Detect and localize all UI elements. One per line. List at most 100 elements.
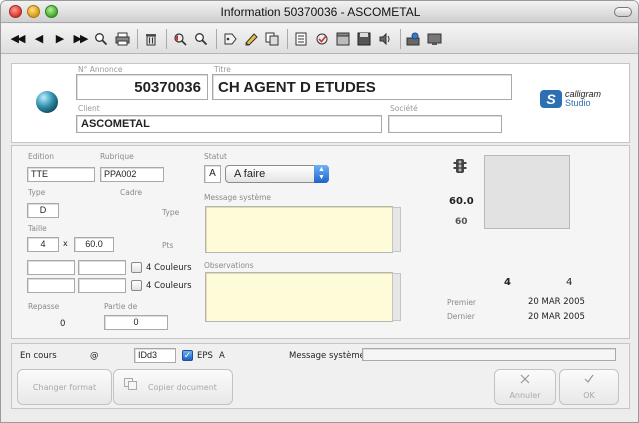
premier-value: 20 MAR 2005 [528, 297, 585, 307]
checkmark-icon [583, 373, 595, 387]
statut-select[interactable]: A faire ▲ ▼ [225, 165, 329, 183]
toolbar-toggle-button[interactable] [614, 7, 632, 17]
close-icon [519, 373, 531, 387]
partie-label: Partie de [104, 302, 138, 311]
user-icon[interactable] [406, 30, 422, 48]
calligram-logo: S calligram Studio [540, 88, 610, 110]
id-field[interactable]: IDd3 [134, 348, 176, 363]
logo-subtitle: Studio [565, 98, 591, 108]
size-value-secondary: 60 [455, 217, 468, 227]
message-systeme-label: Message système [204, 193, 271, 202]
info-window: Information 50370036 - ASCOMETAL ◀◀ ◀ ▶ … [0, 0, 639, 423]
document-icon[interactable] [293, 30, 309, 48]
couleurs-label-1: 4 Couleurs [146, 263, 192, 273]
tag-icon[interactable] [222, 30, 238, 48]
toolbar-separator [400, 28, 401, 49]
count-right: 4 [566, 277, 573, 288]
societe-label: Société [390, 104, 418, 113]
annuler-button[interactable]: Annuler [494, 369, 556, 405]
annonce-number-field[interactable]: 50370036 [76, 74, 208, 100]
status-indicator-icon [36, 91, 58, 113]
previous-record-icon[interactable]: ◀ [30, 30, 46, 48]
eps-checkbox[interactable]: ✓ [182, 350, 193, 361]
monitor-icon[interactable] [427, 30, 443, 48]
taille-height-field[interactable]: 60.0 [74, 237, 114, 252]
toolbar-separator [137, 28, 138, 49]
couleurs-label-2: 4 Couleurs [146, 281, 192, 291]
sound-icon[interactable] [377, 30, 393, 48]
repasse-value: 0 [60, 319, 66, 329]
couleurs-checkbox-2[interactable] [131, 280, 142, 291]
edition-field[interactable]: TTE [27, 167, 95, 182]
client-field[interactable]: ASCOMETAL [76, 115, 382, 133]
observations-scrollbar[interactable] [392, 273, 401, 321]
eps-label: EPS [197, 351, 213, 361]
premier-label: Premier [447, 298, 477, 307]
annuler-label: Annuler [509, 391, 541, 400]
print-icon[interactable] [114, 30, 130, 48]
find-icon[interactable] [172, 30, 188, 48]
color-field-2a[interactable] [27, 278, 75, 293]
en-cours-label: En cours [20, 351, 57, 361]
traffic-light-icon [453, 158, 467, 177]
client-label: Client [78, 104, 100, 113]
window-title: Information 50370036 - ASCOMETAL [220, 5, 421, 19]
rubrique-field[interactable]: PPA002 [100, 167, 164, 182]
approve-icon[interactable] [314, 30, 330, 48]
changer-format-button[interactable]: Changer format [17, 369, 112, 405]
title-bar[interactable]: Information 50370036 - ASCOMETAL [1, 1, 638, 23]
calligram-logo-icon: S [540, 90, 562, 108]
statut-code-field[interactable]: A [204, 165, 221, 183]
last-record-icon[interactable]: ▶▶ [72, 30, 89, 48]
type-label: Type [28, 188, 46, 197]
taille-label: Taille [28, 224, 47, 233]
duplicate-icon[interactable] [264, 30, 280, 48]
copy-icon [124, 378, 138, 392]
status-message-label: Message système [289, 351, 365, 361]
color-field-1b[interactable] [78, 260, 126, 275]
dernier-label: Dernier [447, 312, 475, 321]
zoom-icon[interactable] [193, 30, 209, 48]
statut-select-value: A faire [234, 168, 266, 180]
copier-document-label: Copier document [148, 383, 217, 392]
details-panel: Edition TTE Rubrique PPA002 Statut A A f… [11, 145, 630, 339]
copier-document-button[interactable]: Copier document [113, 369, 233, 405]
observations-textarea[interactable] [205, 272, 401, 322]
toolbar-separator [216, 28, 217, 49]
status-message-field[interactable] [362, 348, 616, 361]
search-icon[interactable] [93, 30, 109, 48]
layout-preview [484, 155, 570, 229]
type-field[interactable]: D [27, 203, 59, 218]
message-systeme-textarea[interactable] [205, 206, 401, 253]
message-scrollbar[interactable] [392, 207, 401, 252]
couleurs-checkbox-1[interactable] [131, 262, 142, 273]
dernier-value: 20 MAR 2005 [528, 312, 585, 322]
taille-width-field[interactable]: 4 [27, 237, 59, 252]
changer-format-label: Changer format [32, 383, 97, 392]
toolbar-separator [287, 28, 288, 49]
next-record-icon[interactable]: ▶ [51, 30, 67, 48]
annonce-header-panel: N° Annonce 50370036 Titre CH AGENT D ETU… [11, 63, 630, 143]
titre-field[interactable]: CH AGENT D ETUDES [212, 74, 512, 100]
edit-icon[interactable] [243, 30, 259, 48]
toolbar-separator [166, 28, 167, 49]
first-record-icon[interactable]: ◀◀ [9, 30, 26, 48]
trash-icon[interactable] [143, 30, 159, 48]
ok-button[interactable]: OK [559, 369, 619, 405]
repasse-label: Repasse [28, 302, 60, 311]
cadre-type-label: Type [162, 208, 180, 217]
ok-label: OK [583, 391, 595, 400]
status-panel: En cours @ IDd3 ✓ EPS A Message système … [11, 343, 630, 409]
archive-icon[interactable] [335, 30, 351, 48]
taille-times-label: x [63, 239, 68, 248]
toolbar: ◀◀ ◀ ▶ ▶▶ [1, 24, 638, 54]
color-field-2b[interactable] [78, 278, 126, 293]
color-field-1a[interactable] [27, 260, 75, 275]
partie-field[interactable]: 0 [104, 315, 168, 330]
save-icon[interactable] [356, 30, 372, 48]
societe-field[interactable] [388, 115, 502, 133]
en-cours-value: @ [90, 351, 99, 361]
count-left: 4 [504, 277, 511, 288]
size-value: 60.0 [449, 196, 474, 207]
annonce-label: N° Annonce [78, 65, 123, 74]
